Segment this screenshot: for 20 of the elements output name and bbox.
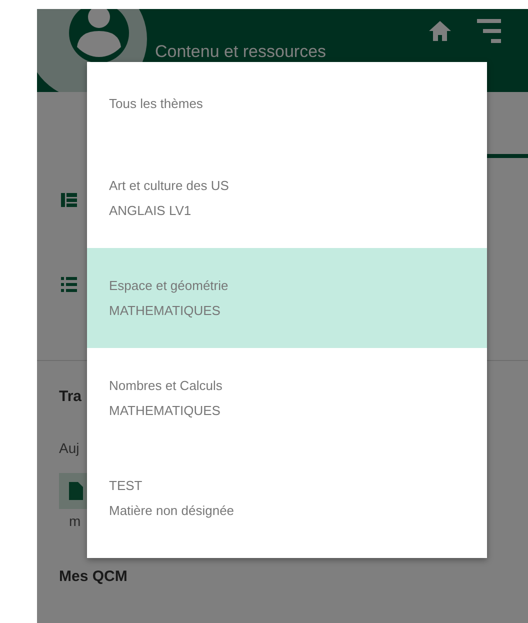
file-label: m bbox=[68, 513, 82, 529]
theme-title: TEST bbox=[109, 478, 144, 493]
section-heading: Mes QCM bbox=[59, 566, 128, 586]
list-icon[interactable] bbox=[61, 192, 77, 208]
theme-title: Espace et géométrie bbox=[109, 278, 230, 293]
page-title: Contenu et ressources bbox=[155, 42, 326, 62]
subject-label: ANGLAIS LV1 bbox=[109, 203, 192, 218]
subject-label: Matière non désignée bbox=[109, 503, 236, 518]
theme-option[interactable]: Espace et géométrie MATHEMATIQUES bbox=[87, 248, 487, 348]
section-heading: Tra bbox=[59, 386, 82, 406]
subject-label: MATHEMATIQUES bbox=[109, 303, 222, 318]
section-text: Auj bbox=[59, 439, 80, 458]
theme-title: Art et culture des US bbox=[109, 178, 230, 193]
list-icon[interactable] bbox=[61, 276, 77, 292]
subject-label: MATHEMATIQUES bbox=[109, 403, 222, 418]
theme-option[interactable]: TEST Matière non désignée bbox=[87, 448, 487, 548]
theme-option[interactable]: Nombres et Calculs MATHEMATIQUES bbox=[87, 348, 487, 448]
theme-title: Tous les thèmes bbox=[109, 96, 204, 110]
home-icon[interactable] bbox=[427, 19, 453, 43]
theme-title: Nombres et Calculs bbox=[109, 378, 224, 393]
